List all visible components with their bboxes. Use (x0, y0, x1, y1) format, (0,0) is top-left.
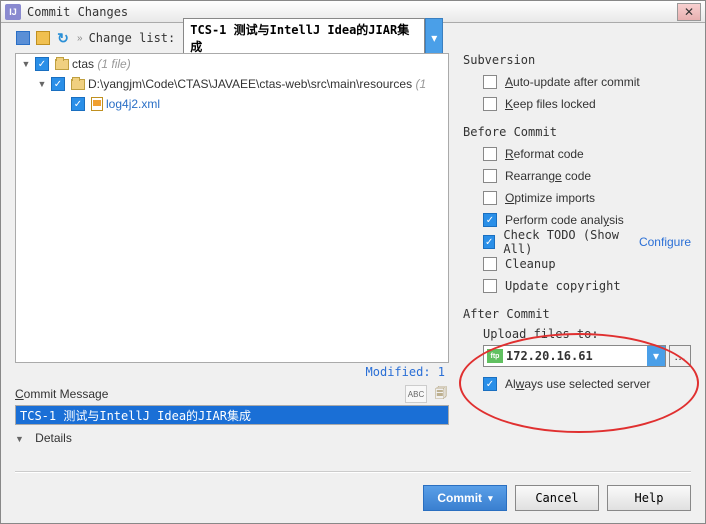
folder-icon (71, 79, 85, 90)
upload-server-combo[interactable]: ftp 172.20.16.61 ▾ (483, 345, 666, 367)
upload-files-label: Upload files to: (483, 327, 691, 341)
chevron-right-icon: » (77, 33, 83, 44)
subversion-section-label: Subversion (463, 53, 691, 67)
change-list-dropdown-button[interactable]: ▾ (425, 18, 443, 58)
keep-locked-label: Keep files locked (505, 97, 596, 111)
analysis-checkbox[interactable]: ✓ (483, 213, 497, 227)
close-button[interactable]: ✕ (677, 3, 701, 21)
refresh-icon[interactable]: ↻ (55, 30, 71, 46)
cleanup-label: Cleanup (505, 257, 556, 271)
configure-link[interactable]: Configure (639, 235, 691, 249)
change-list-combo[interactable]: TCS-1 测试与IntellJ Idea的JIAR集成 (183, 18, 425, 58)
file-tree[interactable]: ▼ ✓ ctas (1 file) ▼ ✓ D:\yangjm\Code\CTA… (15, 53, 449, 363)
upload-browse-button[interactable]: … (669, 345, 691, 367)
modified-count: Modified: 1 (15, 363, 449, 381)
expand-icon[interactable] (35, 30, 51, 46)
twisty-icon[interactable]: ▼ (36, 79, 48, 89)
ftp-icon: ftp (487, 349, 503, 363)
copyright-checkbox[interactable] (483, 279, 497, 293)
separator (15, 471, 691, 472)
auto-update-label: Auto-update after commit (505, 75, 640, 89)
reformat-label: Reformat code (505, 147, 584, 161)
reformat-checkbox[interactable] (483, 147, 497, 161)
checkbox[interactable]: ✓ (35, 57, 49, 71)
caret-down-icon: ▾ (488, 493, 493, 504)
optimize-checkbox[interactable] (483, 191, 497, 205)
upload-dropdown-button[interactable]: ▾ (647, 346, 665, 366)
window-title: Commit Changes (27, 5, 128, 19)
twisty-icon: ▼ (15, 434, 24, 444)
copyright-label: Update copyright (505, 279, 621, 293)
commit-message-label: Commit Message (15, 387, 108, 401)
rearrange-label: Rearrange code (505, 169, 591, 183)
message-history-icon[interactable]: 🗐 (433, 386, 449, 402)
tree-row-root[interactable]: ▼ ✓ ctas (1 file) (16, 54, 448, 74)
commit-message-input[interactable] (15, 405, 449, 425)
cleanup-checkbox[interactable] (483, 257, 497, 271)
group-by-icon[interactable] (15, 30, 31, 46)
analysis-label: Perform code analysis (505, 213, 624, 227)
after-commit-section-label: After Commit (463, 307, 691, 321)
always-use-checkbox[interactable]: ✓ (483, 377, 497, 391)
xml-file-icon (91, 97, 103, 111)
auto-update-checkbox[interactable] (483, 75, 497, 89)
todo-checkbox[interactable]: ✓ (483, 235, 495, 249)
tree-row-path[interactable]: ▼ ✓ D:\yangjm\Code\CTAS\JAVAEE\ctas-web\… (16, 74, 448, 94)
folder-icon (55, 59, 69, 70)
tree-row-file[interactable]: ✓ log4j2.xml (16, 94, 448, 114)
checkbox[interactable]: ✓ (51, 77, 65, 91)
keep-locked-checkbox[interactable] (483, 97, 497, 111)
help-button[interactable]: Help (607, 485, 691, 511)
spellcheck-icon[interactable]: ABC (405, 385, 427, 403)
before-commit-section-label: Before Commit (463, 125, 691, 139)
commit-button[interactable]: Commit▾ (423, 485, 507, 511)
optimize-label: Optimize imports (505, 191, 595, 205)
rearrange-checkbox[interactable] (483, 169, 497, 183)
change-list-label: Change list: (89, 31, 176, 45)
app-icon: IJ (5, 4, 21, 20)
always-use-label: Always use selected server (505, 377, 650, 391)
details-toggle[interactable]: ▼ Details (15, 431, 449, 445)
checkbox[interactable]: ✓ (71, 97, 85, 111)
todo-label: Check TODO (Show All) (503, 228, 635, 256)
twisty-icon[interactable]: ▼ (20, 59, 32, 69)
cancel-button[interactable]: Cancel (515, 485, 599, 511)
